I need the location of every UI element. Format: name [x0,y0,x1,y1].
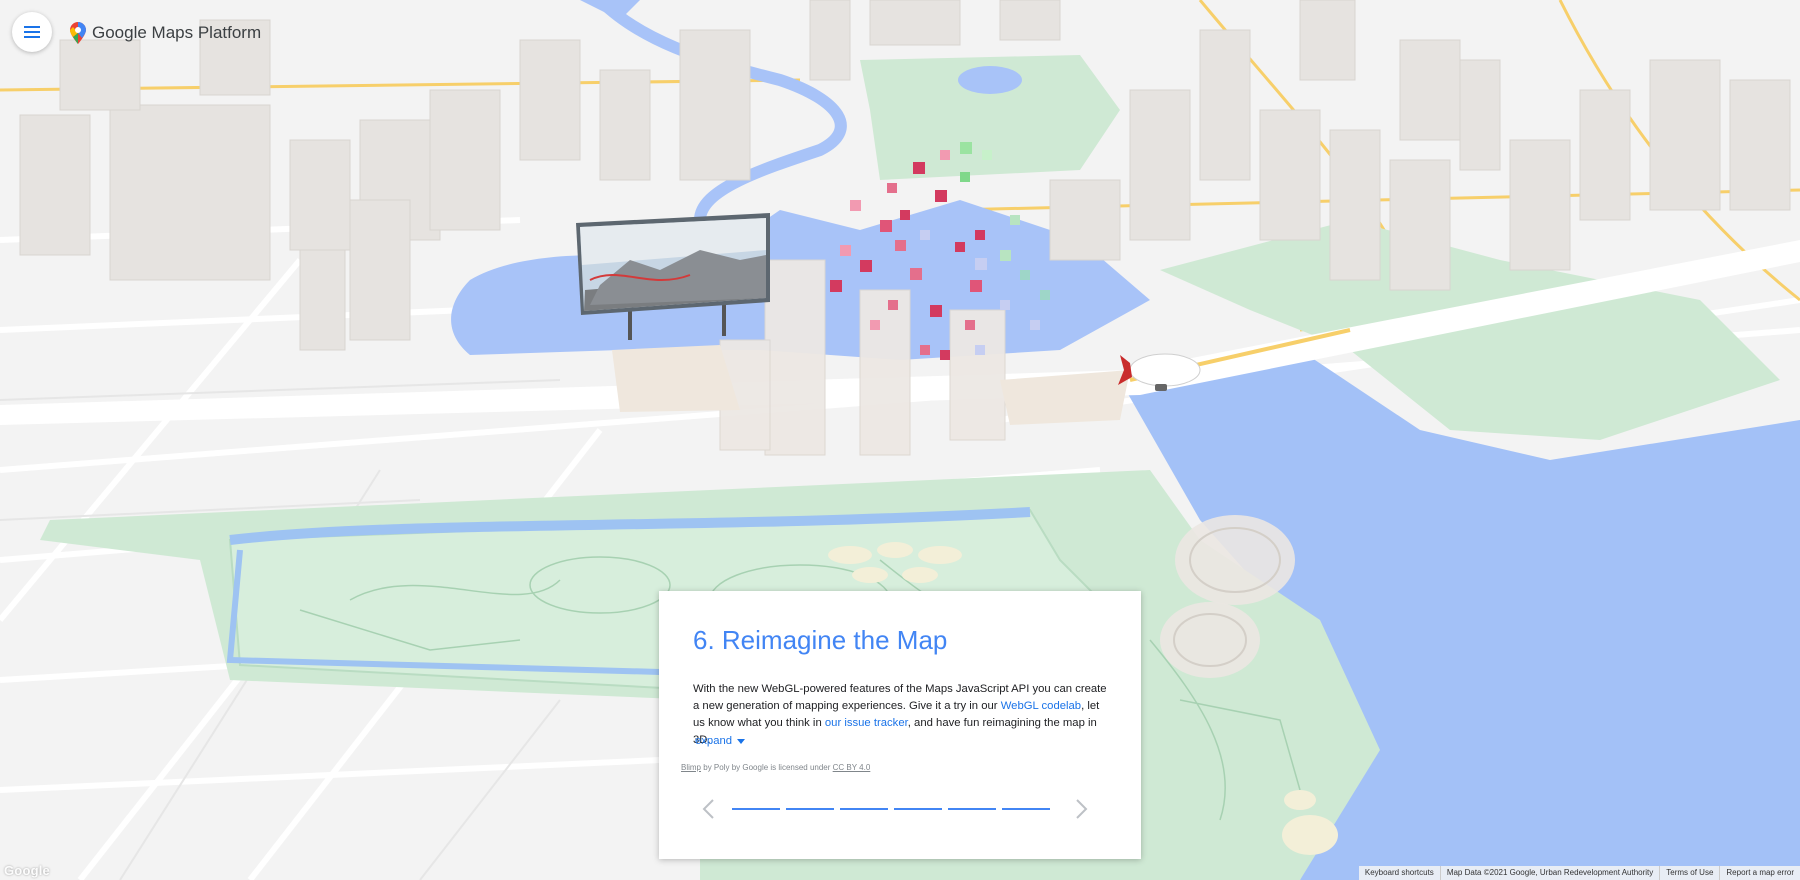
report-map-error-link[interactable]: Report a map error [1719,866,1800,880]
carousel-page-indicator[interactable] [786,808,834,810]
carousel-page-indicator[interactable] [1002,808,1050,810]
carousel-page-indicator[interactable] [894,808,942,810]
info-card: 6. Reimagine the Map With the new WebGL-… [659,591,1141,859]
slide-carousel [699,794,1101,824]
license-link[interactable]: CC BY 4.0 [833,763,871,772]
card-title: 6. Reimagine the Map [693,625,948,655]
caret-down-icon [737,738,746,744]
menu-button[interactable] [12,12,52,52]
chevron-left-icon[interactable] [699,798,719,820]
brand-logo[interactable]: Google Maps Platform [70,22,261,44]
card-body: With the new WebGL-powered features of t… [693,681,1113,749]
issue-tracker-link[interactable]: our issue tracker [825,717,908,729]
map-attribution-bar: Keyboard shortcuts Map Data ©2021 Google… [1358,866,1800,880]
expand-label: expand [695,735,733,747]
model-credit: Blimp by Poly by Google is licensed unde… [681,763,870,772]
webgl-codelab-link[interactable]: WebGL codelab [1001,700,1081,712]
hamburger-menu-icon [24,26,40,38]
carousel-page-indicator[interactable] [948,808,996,810]
map-data-attribution: Map Data ©2021 Google, Urban Redevelopme… [1439,866,1659,880]
keyboard-shortcuts-link[interactable]: Keyboard shortcuts [1359,866,1440,880]
carousel-page-indicator[interactable] [732,808,780,810]
expand-toggle[interactable]: expand [695,735,746,747]
maps-pin-logo-icon [70,22,86,44]
chevron-right-icon[interactable] [1071,798,1091,820]
google-logo[interactable]: Google [4,863,50,878]
carousel-page-indicator[interactable] [840,808,888,810]
credit-text: by Poly by Google is licensed under [701,763,833,772]
brand-name: Google Maps Platform [92,23,262,42]
blimp-model-link[interactable]: Blimp [681,763,701,772]
terms-of-use-link[interactable]: Terms of Use [1659,866,1719,880]
